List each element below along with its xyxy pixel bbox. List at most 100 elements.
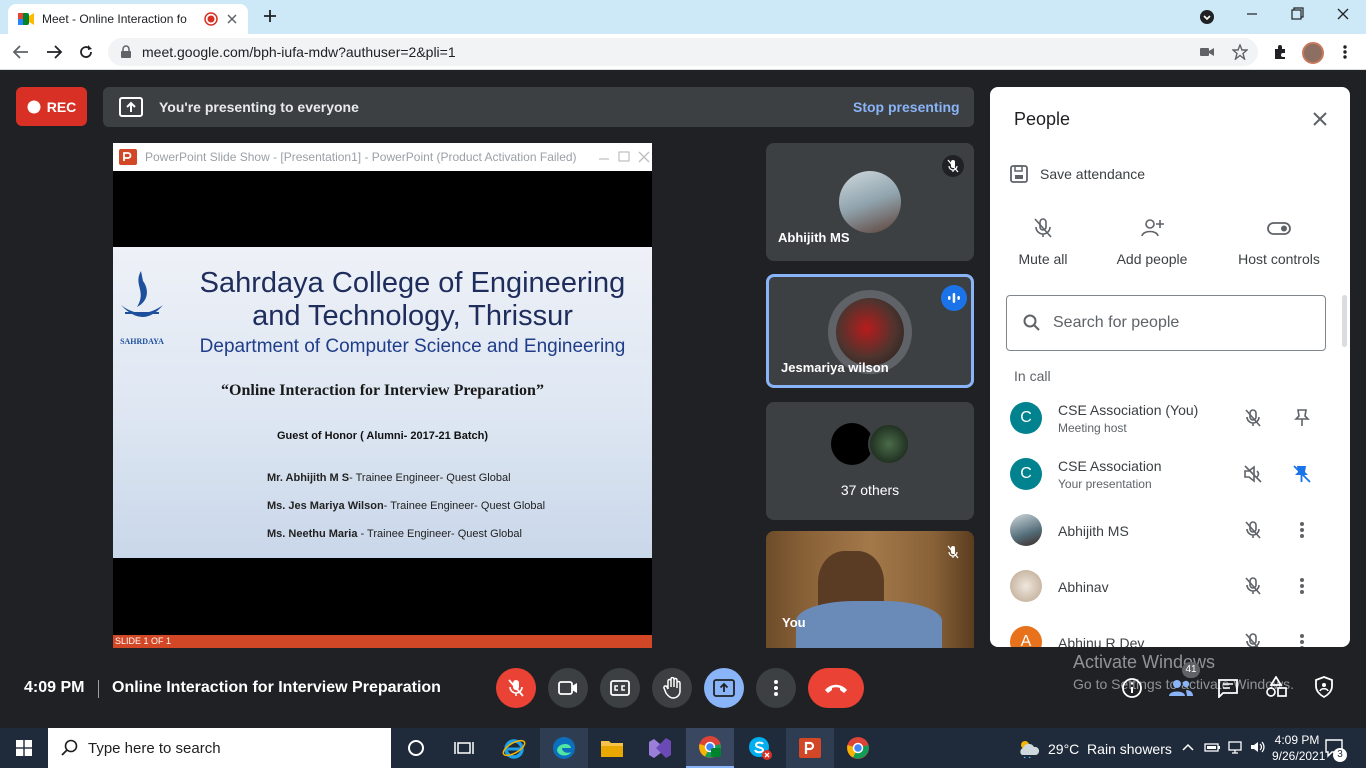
tile-name: You (782, 615, 806, 630)
reload-icon[interactable] (78, 44, 94, 60)
slide-line1: Sahrdaya College of Engineering (199, 267, 626, 299)
network-icon[interactable] (1228, 740, 1244, 754)
taskbar-edge[interactable] (540, 728, 588, 768)
start-button[interactable] (0, 728, 48, 768)
ppt-close-icon[interactable] (638, 151, 650, 163)
tab-close-icon[interactable] (226, 13, 238, 25)
pin-icon[interactable] (1294, 408, 1310, 428)
participant-row[interactable]: A Abhinu R Dev (990, 614, 1350, 647)
restore-icon[interactable] (1290, 7, 1304, 21)
add-people-button[interactable]: Add people (1108, 217, 1196, 267)
mic-toggle-button[interactable] (496, 668, 536, 708)
extensions-icon[interactable] (1272, 44, 1288, 60)
taskbar-explorer[interactable] (588, 728, 636, 768)
muted-mic-icon (942, 541, 964, 563)
add-person-icon (1140, 217, 1164, 239)
camera-indicator-icon[interactable] (1200, 46, 1214, 58)
tile-you[interactable]: You (766, 531, 974, 648)
task-view-button[interactable] (440, 728, 488, 768)
participant-row[interactable]: Abhijith MS (990, 502, 1350, 558)
taskbar-search-box[interactable]: Type here to search (48, 728, 391, 768)
search-people-input[interactable]: Search for people (1006, 295, 1326, 351)
tray-chevron-icon[interactable] (1182, 742, 1194, 752)
save-attendance-button[interactable]: Save attendance (1010, 165, 1145, 183)
camera-toggle-button[interactable] (548, 668, 588, 708)
more-options-icon[interactable] (1299, 521, 1305, 539)
taskbar-chrome[interactable] (834, 728, 882, 768)
pinned-icon[interactable] (1293, 464, 1311, 484)
clock-time: 4:09 PM (1274, 733, 1320, 747)
taskbar-visual-studio[interactable] (636, 728, 684, 768)
present-screen-icon (119, 97, 143, 117)
visual-studio-icon (648, 737, 672, 759)
guest-3: Ms. Neethu Maria - Trainee Engineer- Que… (267, 528, 522, 540)
leave-call-button[interactable] (808, 668, 864, 708)
participant-row[interactable]: C CSE Association Your presentation (990, 446, 1350, 502)
meeting-time: 4:09 PM (24, 679, 85, 696)
slide-line2: and Technology, Thrissur (252, 300, 573, 332)
ppt-minimize-icon[interactable] (598, 151, 610, 163)
new-tab-icon[interactable] (262, 8, 278, 24)
rec-badge[interactable]: REC (16, 87, 87, 126)
recording-indicator-icon (204, 12, 218, 26)
cortana-button[interactable] (392, 728, 440, 768)
back-icon[interactable] (12, 44, 30, 60)
close-panel-icon[interactable] (1312, 111, 1328, 127)
people-icon[interactable] (1168, 678, 1194, 698)
avatar (1010, 570, 1042, 602)
presentation-stage: PowerPoint Slide Show - [Presentation1] … (113, 143, 652, 648)
battery-icon[interactable] (1204, 740, 1222, 754)
present-now-button[interactable] (704, 668, 744, 708)
more-vert-icon (773, 679, 779, 697)
participant-row[interactable]: Abhinav (990, 558, 1350, 614)
jesmariya-avatar (836, 298, 904, 366)
browser-tab[interactable]: Meet - Online Interaction fo (8, 4, 248, 34)
powerpoint-app-icon (798, 736, 822, 760)
tile-abhijith[interactable]: Abhijith MS (766, 143, 974, 261)
participant-row[interactable]: C CSE Association (You) Meeting host (990, 390, 1350, 446)
bookmark-star-icon[interactable] (1232, 44, 1248, 60)
tile-others[interactable]: 37 others (766, 402, 974, 520)
profile-avatar[interactable] (1302, 42, 1324, 64)
panel-scrollbar[interactable] (1342, 295, 1347, 347)
weather-text[interactable]: 29°C Rain showers (1048, 741, 1172, 757)
captions-button[interactable] (600, 668, 640, 708)
taskbar-chrome-active[interactable] (686, 728, 734, 768)
tab-search-icon[interactable] (1199, 9, 1215, 25)
in-call-heading: In call (1014, 368, 1051, 384)
minimize-icon[interactable] (1245, 7, 1259, 21)
presenting-text: You're presenting to everyone (159, 99, 359, 115)
tab-title: Meet - Online Interaction fo (42, 12, 187, 26)
muted-mic-icon (942, 155, 964, 177)
weather-icon[interactable] (1016, 738, 1040, 758)
more-options-button[interactable] (756, 668, 796, 708)
host-shield-icon[interactable] (1314, 676, 1334, 698)
volume-icon[interactable] (1250, 740, 1266, 754)
sahrdaya-logo: SAHRDAYA (115, 267, 169, 347)
forward-icon[interactable] (45, 44, 63, 60)
browser-menu-icon[interactable] (1342, 44, 1348, 60)
taskbar-ie[interactable] (490, 728, 538, 768)
tile-jesmariya[interactable]: Jesmariya wilson (766, 274, 974, 388)
muted-mic-icon (1244, 520, 1262, 540)
taskbar-clock[interactable]: 4:09 PM 9/26/2021 (1272, 732, 1325, 764)
self-video-shirt (796, 601, 942, 648)
speaking-indicator-icon (941, 285, 967, 311)
more-options-icon[interactable] (1299, 577, 1305, 595)
mute-all-button[interactable]: Mute all (1010, 217, 1076, 267)
internet-explorer-icon (502, 736, 526, 760)
window-close-icon[interactable] (1336, 7, 1350, 21)
chat-icon[interactable] (1217, 678, 1239, 698)
address-bar[interactable]: meet.google.com/bph-iufa-mdw?authuser=2&… (108, 38, 1258, 66)
notification-count-badge: 3 (1333, 748, 1347, 762)
stop-presenting-button[interactable]: Stop presenting (853, 99, 960, 115)
activities-icon[interactable] (1265, 676, 1287, 698)
meeting-details-icon[interactable] (1121, 677, 1143, 699)
more-options-icon[interactable] (1299, 633, 1305, 647)
taskbar-powerpoint[interactable] (786, 728, 834, 768)
raise-hand-button[interactable] (652, 668, 692, 708)
taskbar-skype[interactable] (736, 728, 784, 768)
ppt-maximize-icon[interactable] (618, 151, 630, 163)
host-controls-button[interactable]: Host controls (1230, 217, 1328, 267)
volume-off-icon (1243, 464, 1263, 484)
